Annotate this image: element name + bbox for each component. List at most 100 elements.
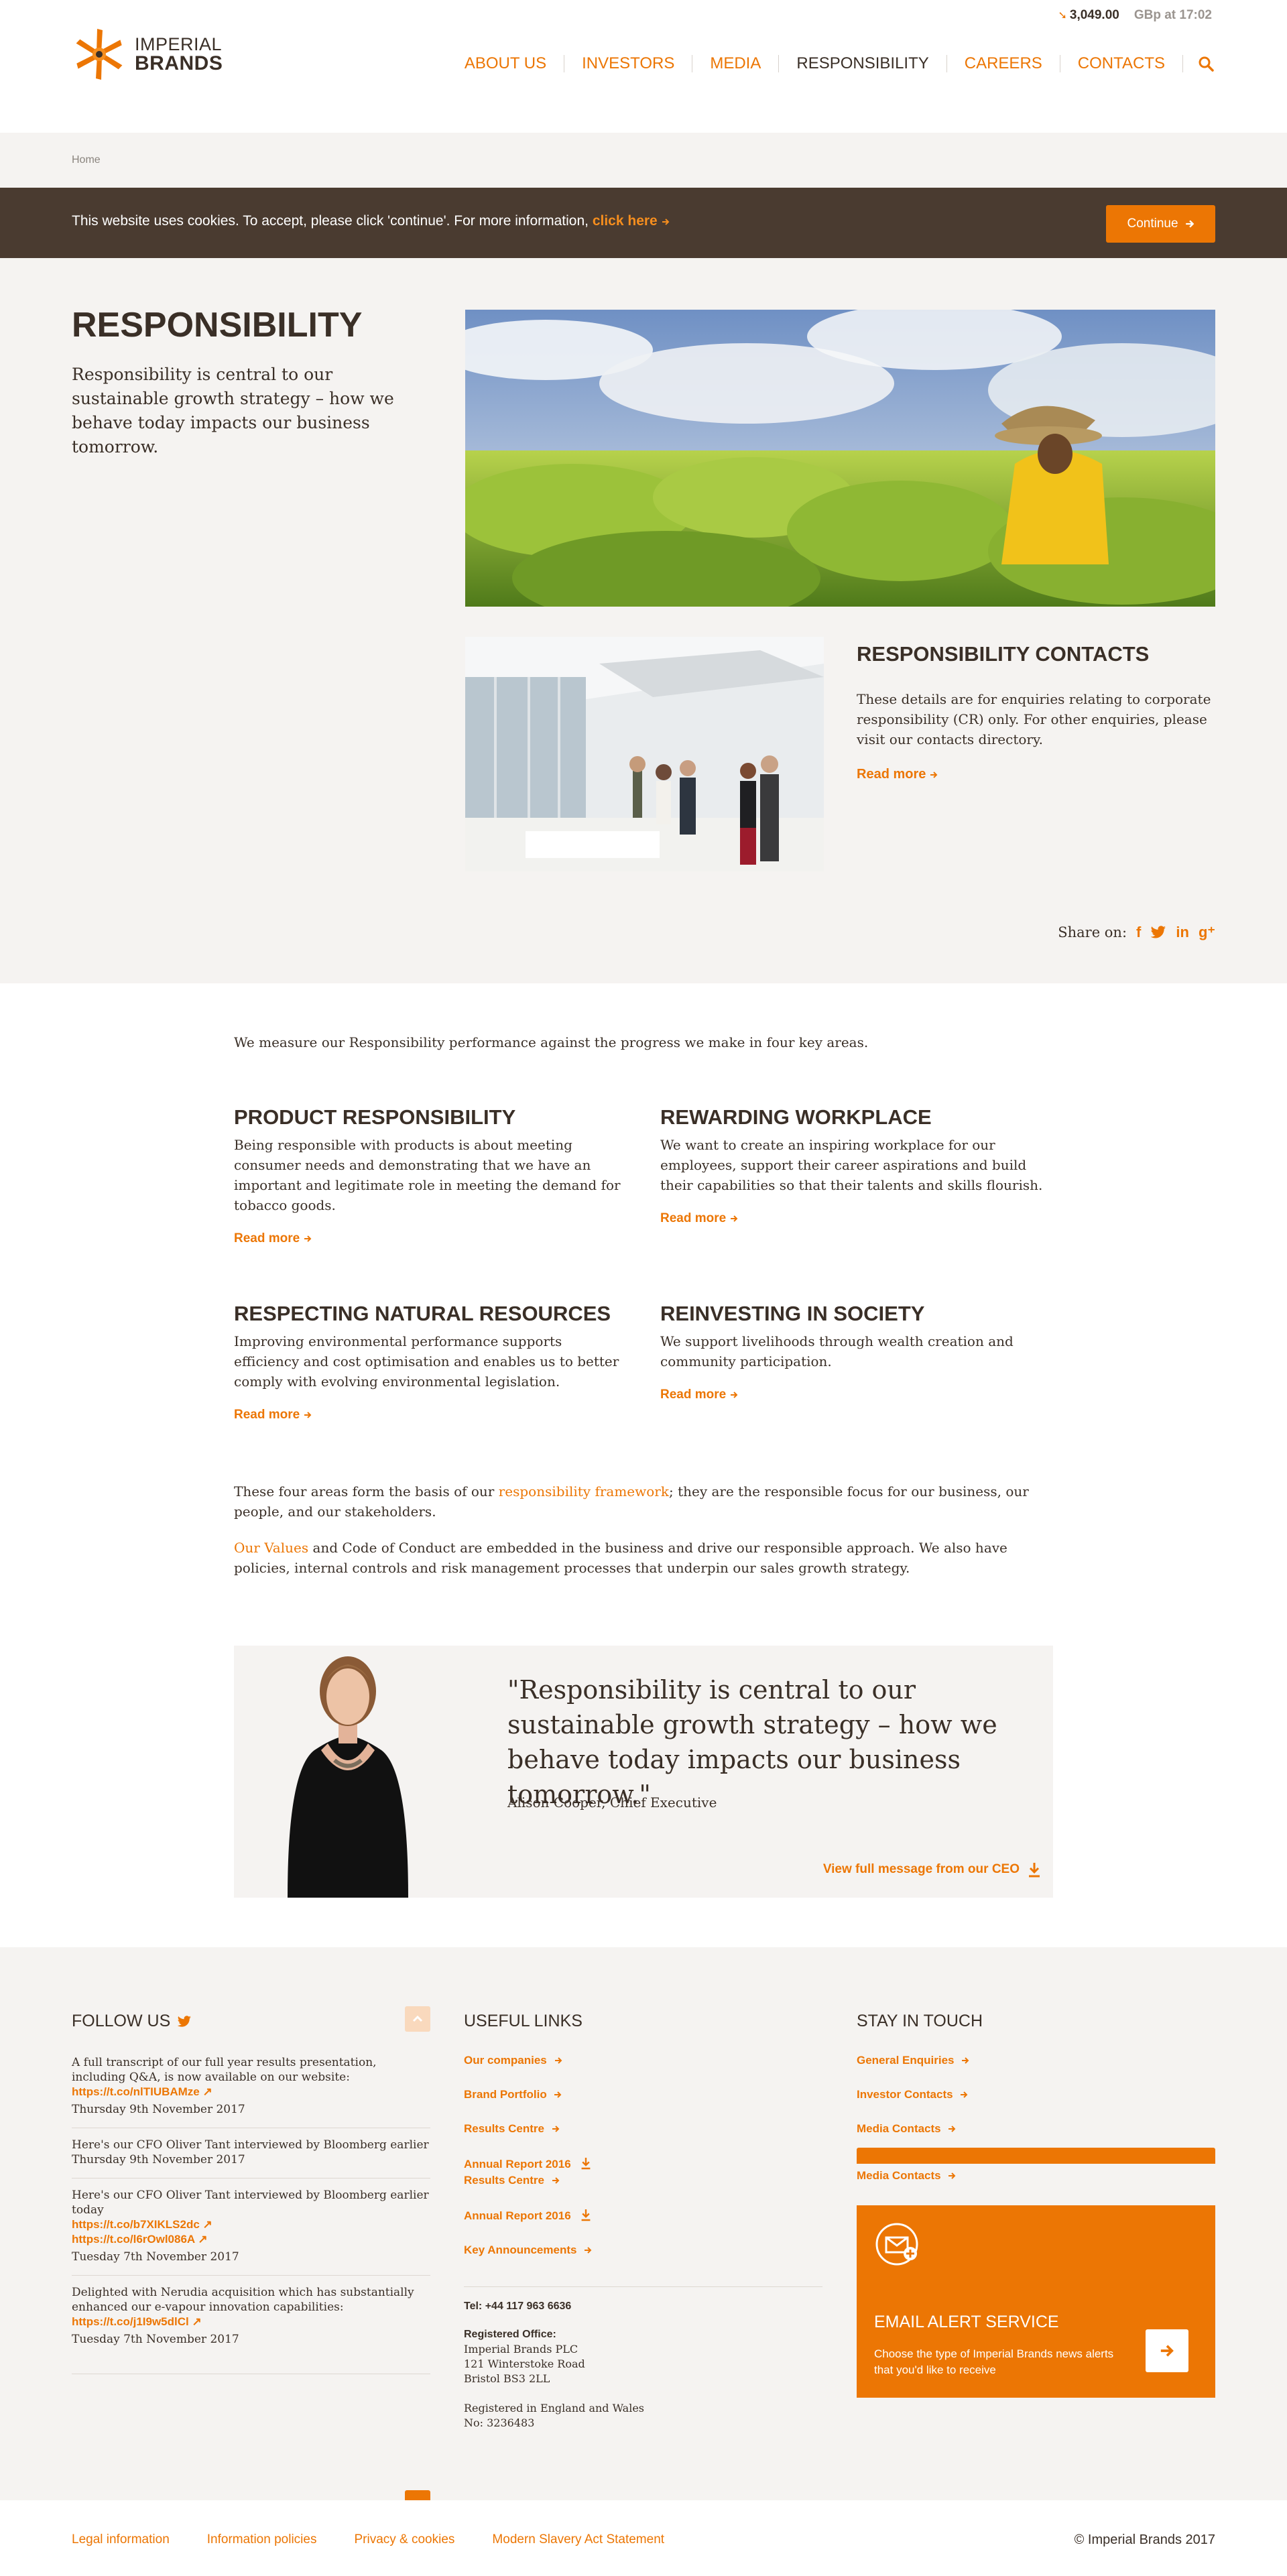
legal-links: Legal information Information policies P… [72, 2532, 664, 2547]
information-policies-link[interactable]: Information policies [207, 2532, 317, 2547]
stay-link[interactable]: Investor Contacts [857, 2088, 1215, 2101]
arrow-right-icon [930, 772, 938, 778]
useful-link[interactable]: Our companies [464, 2054, 822, 2067]
download-icon [581, 2158, 591, 2170]
email-alert-text: Choose the type of Imperial Brands news … [874, 2347, 1114, 2376]
facebook-icon[interactable]: f [1136, 924, 1141, 941]
tweet-date: Tuesday 7th November 2017 [72, 2250, 239, 2264]
office-line: Bristol BS3 2LL [464, 2372, 550, 2385]
imperial-brands-logo-icon [76, 29, 123, 80]
area-text: We want to create an inspiring workplace… [660, 1137, 1043, 1193]
search-icon[interactable] [1183, 55, 1215, 72]
telephone: Tel: +44 117 963 6636 [464, 2301, 572, 2312]
tobacco-field-image [465, 310, 1215, 607]
email-alert-panel[interactable]: EMAIL ALERT SERVICE Choose the type of I… [857, 2205, 1215, 2398]
useful-link[interactable]: Results Centre [464, 2122, 822, 2136]
area-read-more-link[interactable]: Read more [660, 1211, 738, 1226]
useful-link[interactable]: Key Announcements [464, 2244, 822, 2257]
view-ceo-message-link[interactable]: View full message from our CEO [823, 1861, 1041, 1878]
office-line: Imperial Brands PLC [464, 2343, 578, 2355]
arrow-right-icon [554, 2091, 562, 2098]
logo-line2: BRANDS [135, 52, 223, 74]
stay-link[interactable]: General Enquiries [857, 2054, 1215, 2067]
logo[interactable]: IMPERIAL BRANDS [72, 27, 223, 82]
continue-label: Continue [1127, 217, 1178, 231]
tweet-link-label: https://t.co/b7XIKLS2dc [72, 2218, 200, 2231]
cookie-click-here-link[interactable]: click here [593, 213, 670, 229]
quote-author: Alison Cooper, Chief Executive [507, 1794, 717, 1811]
read-more-label: Read more [660, 1388, 727, 1402]
arrow-right-icon [1160, 2345, 1174, 2357]
external-link-icon: ↗ [198, 2233, 208, 2246]
useful-link-label: Results Centre [464, 2122, 544, 2135]
twitter-icon[interactable] [1150, 926, 1166, 939]
area-read-more-link[interactable]: Read more [660, 1388, 738, 1402]
nav-careers[interactable]: CAREERS [947, 55, 1060, 72]
tweet-item: Here's our CFO Oliver Tant interviewed b… [72, 2179, 430, 2276]
useful-link[interactable]: Annual Report 2016 [464, 2208, 822, 2223]
privacy-cookies-link[interactable]: Privacy & cookies [354, 2532, 454, 2547]
share-price-time: GBp at 17:02 [1133, 8, 1212, 22]
useful-links-title: USEFUL LINKS [464, 2012, 583, 2030]
area-read-more-link[interactable]: Read more [234, 1231, 312, 1246]
main-nav: ABOUT US INVESTORS MEDIA RESPONSIBILITY … [447, 55, 1215, 72]
read-more-label: Read more [234, 1408, 300, 1422]
arrow-right-icon [554, 2057, 562, 2064]
nav-media[interactable]: MEDIA [692, 55, 780, 72]
google-plus-icon[interactable]: g⁺ [1199, 924, 1215, 941]
useful-links-column: USEFUL LINKS Our companies Brand Portfol… [464, 2012, 822, 2431]
linkedin-icon[interactable]: in [1176, 924, 1189, 941]
useful-link-label: Key Announcements [464, 2244, 577, 2256]
scroll-up-button[interactable] [405, 2006, 430, 2032]
para1-before: These four areas form the basis of our [234, 1483, 499, 1499]
stay-link[interactable]: Media Contacts [857, 2122, 1215, 2136]
tweet-link-label: https://t.co/j1I9w5dlCl [72, 2315, 189, 2328]
office-line: 121 Winterstoke Road [464, 2357, 585, 2370]
stay-link-label: Media Contacts [857, 2169, 941, 2182]
tweet-link[interactable]: https://t.co/b7XIKLS2dc ↗ [72, 2217, 430, 2232]
share-label: Share on: [1058, 924, 1127, 940]
content-lead: We measure our Responsibility performanc… [234, 1034, 869, 1050]
tweet-list: A full transcript of our full year resul… [72, 2046, 430, 2374]
useful-link[interactable]: Results Centre [464, 2174, 822, 2187]
tweet-link[interactable]: https://t.co/nlTIUBAMze ↗ [72, 2085, 212, 2098]
nav-about-us[interactable]: ABOUT US [447, 55, 565, 72]
read-more-label: Read more [660, 1211, 727, 1225]
site-header: ➘ 3,049.00 GBp at 17:02 IMPERIAL BRANDS A… [0, 0, 1287, 117]
email-alert-go-button[interactable] [1146, 2329, 1188, 2372]
area-read-more-link[interactable]: Read more [234, 1408, 312, 1422]
useful-link-label: Annual Report 2016 [464, 2209, 571, 2222]
tweet-link-label: https://t.co/nlTIUBAMze [72, 2085, 200, 2098]
modern-slavery-link[interactable]: Modern Slavery Act Statement [492, 2532, 664, 2547]
framework-paragraph: These four areas form the basis of our r… [234, 1481, 1053, 1522]
email-alert-title: EMAIL ALERT SERVICE [874, 2313, 1059, 2331]
arrow-right-icon [731, 1215, 738, 1222]
nav-investors[interactable]: INVESTORS [564, 55, 693, 72]
nav-contacts[interactable]: CONTACTS [1060, 55, 1183, 72]
cookie-continue-button[interactable]: Continue [1106, 205, 1215, 243]
legal-information-link[interactable]: Legal information [72, 2532, 170, 2547]
contacts-read-more-link[interactable]: Read more [857, 767, 938, 782]
area-text: Being responsible with products is about… [234, 1137, 621, 1213]
breadcrumb-home[interactable]: Home [72, 154, 101, 166]
nav-responsibility[interactable]: RESPONSIBILITY [779, 55, 947, 72]
stay-link[interactable]: Media Contacts [857, 2169, 1215, 2183]
tweet-link-label: https://t.co/l6rOwl086A [72, 2233, 195, 2246]
useful-link-label: Our companies [464, 2054, 547, 2067]
tweet-link[interactable]: https://t.co/j1I9w5dlCl ↗ [72, 2315, 202, 2328]
responsibility-framework-link[interactable]: responsibility framework [499, 1483, 669, 1499]
breadcrumb: Home [0, 133, 1287, 188]
tweet-item: A full transcript of our full year resul… [72, 2046, 430, 2128]
tweet-link[interactable]: https://t.co/l6rOwl086A ↗ [72, 2232, 430, 2247]
our-values-link[interactable]: Our Values [234, 1540, 308, 1556]
useful-link[interactable]: Brand Portfolio [464, 2088, 822, 2101]
tweet-text: Here's our CFO Oliver Tant interviewed b… [72, 2138, 429, 2152]
external-link-icon: ↗ [202, 2218, 212, 2231]
useful-link-label: Annual Report 2016 [464, 2158, 571, 2170]
useful-link-label: Brand Portfolio [464, 2088, 547, 2101]
view-ceo-message-label: View full message from our CEO [822, 1862, 1020, 1876]
read-more-label: Read more [234, 1231, 300, 1245]
useful-link[interactable]: Annual Report 2016 [464, 2156, 822, 2171]
tweet-text: Here's our CFO Oliver Tant interviewed b… [72, 2189, 429, 2217]
area-respecting-natural-resources: RESPECTING NATURAL RESOURCES Improving e… [234, 1302, 629, 1422]
